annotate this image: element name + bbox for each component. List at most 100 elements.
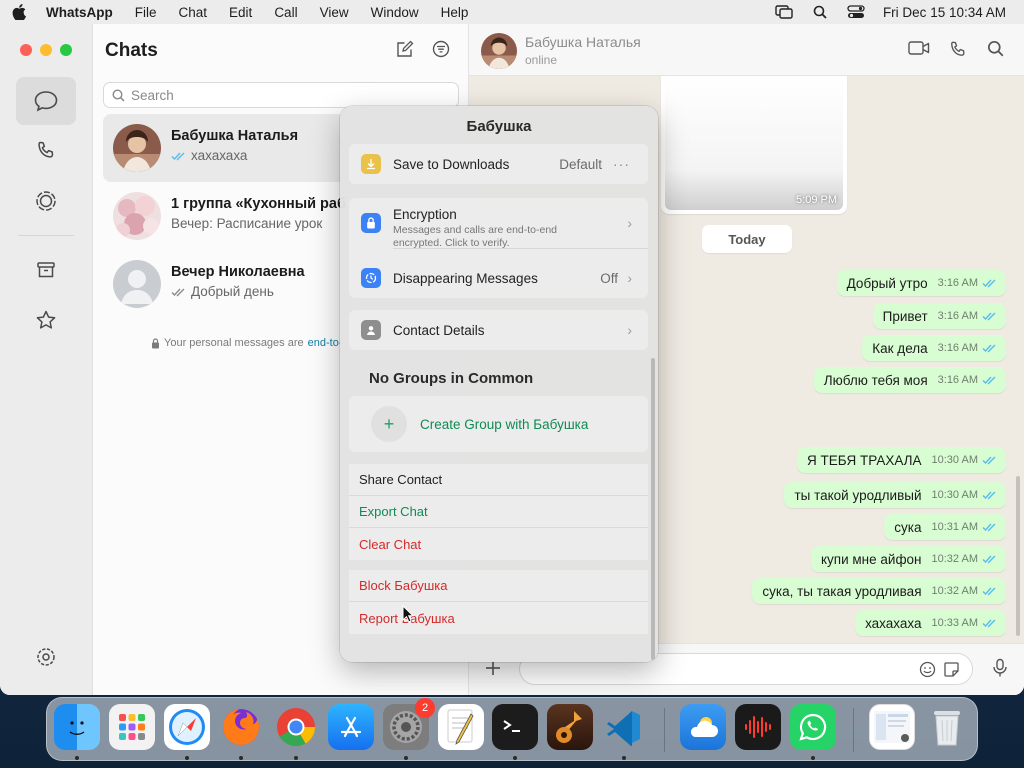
- message-time: 3:16 AM: [937, 374, 978, 386]
- voice-call-button[interactable]: [949, 40, 967, 61]
- popover-scrollbar[interactable]: [651, 358, 655, 660]
- apple-menu-icon[interactable]: [12, 4, 28, 20]
- nav-archived-button[interactable]: [16, 246, 76, 294]
- share-contact-button[interactable]: Share Contact: [349, 464, 648, 496]
- encryption-sub: Messages and calls are end-to-end encryp…: [393, 224, 558, 249]
- safari-icon[interactable]: [164, 704, 210, 750]
- chat-preview: хахахаха: [191, 148, 248, 163]
- whatsapp-icon[interactable]: [790, 704, 836, 750]
- clear-chat-button[interactable]: Clear Chat: [349, 528, 648, 560]
- save-to-downloads-row[interactable]: Save to Downloads Default ···: [349, 144, 648, 184]
- menu-datetime[interactable]: Fri Dec 15 10:34 AM: [883, 5, 1006, 20]
- trash-icon[interactable]: [924, 704, 970, 750]
- weather-icon[interactable]: [680, 704, 726, 750]
- emoji-button[interactable]: [919, 661, 936, 681]
- nav-starred-button[interactable]: [16, 296, 76, 344]
- app-store-icon[interactable]: [328, 704, 374, 750]
- control-center-icon[interactable]: [847, 5, 865, 19]
- launchpad-icon[interactable]: [109, 704, 155, 750]
- message-time: 10:32 AM: [931, 585, 978, 597]
- nav-status-button[interactable]: [16, 177, 76, 225]
- textedit-icon[interactable]: [438, 704, 484, 750]
- download-icon: [361, 154, 381, 174]
- sticker-icon: [944, 662, 959, 677]
- nav-chats-button[interactable]: [16, 77, 76, 125]
- menu-call[interactable]: Call: [274, 5, 297, 20]
- message-bubble[interactable]: хахахаха 10:33 AM: [855, 610, 1006, 636]
- report-contact-button[interactable]: Report Бабушка: [349, 602, 648, 634]
- message-bubble[interactable]: сука 10:31 AM: [884, 514, 1006, 540]
- vscode-icon[interactable]: [601, 704, 647, 750]
- whatsapp-window: Chats Search Бабушка Наталья хахахаха 1 …: [0, 24, 1024, 695]
- menu-view[interactable]: View: [320, 5, 349, 20]
- menu-edit[interactable]: Edit: [229, 5, 252, 20]
- system-settings-icon[interactable]: 2: [383, 698, 435, 750]
- firefox-icon[interactable]: [218, 704, 264, 750]
- message-bubble[interactable]: Люблю тебя моя 3:16 AM: [813, 367, 1006, 393]
- message-bubble[interactable]: Я ТЕБЯ ТРАХАЛА 10:30 AM: [797, 447, 1006, 473]
- menu-help[interactable]: Help: [441, 5, 469, 20]
- search-input[interactable]: Search: [103, 82, 459, 108]
- read-receipt-icon: [982, 375, 998, 385]
- phone-icon: [38, 141, 54, 158]
- finder-icon[interactable]: [54, 704, 100, 750]
- message-bubble[interactable]: купи мне айфон 10:32 AM: [810, 546, 1006, 572]
- message-text: хахахаха: [865, 615, 922, 631]
- message-bubble[interactable]: сука, ты такая уродливая 10:32 AM: [752, 578, 1006, 604]
- message-bubble[interactable]: Добрый утро 3:16 AM: [836, 270, 1006, 296]
- encryption-link[interactable]: end-to-: [308, 337, 343, 349]
- avatar[interactable]: [481, 33, 517, 69]
- conversation-header[interactable]: Бабушка Наталья online: [469, 24, 1024, 76]
- disappearing-messages-value: Off: [600, 270, 618, 286]
- zoom-window-button[interactable]: [60, 44, 72, 56]
- encryption-label: Encryption: [393, 207, 457, 222]
- contact-details-row[interactable]: Contact Details ›: [349, 310, 648, 350]
- video-call-button[interactable]: [908, 40, 930, 59]
- encryption-row[interactable]: Encryption Messages and calls are end-to…: [349, 198, 648, 249]
- preview-icon[interactable]: [869, 704, 915, 750]
- menu-chat[interactable]: Chat: [179, 5, 208, 20]
- plus-icon: +: [371, 406, 407, 442]
- nav-settings-button[interactable]: [16, 633, 76, 681]
- screen-mirroring-icon[interactable]: [775, 5, 793, 19]
- sticker-button[interactable]: [943, 661, 960, 681]
- search-icon: [987, 40, 1004, 57]
- new-chat-button[interactable]: [396, 40, 414, 61]
- export-chat-button[interactable]: Export Chat: [349, 496, 648, 528]
- contact-details-label: Contact Details: [393, 322, 485, 338]
- media-message[interactable]: 5:09 PM: [661, 76, 847, 214]
- voice-message-button[interactable]: [992, 658, 1008, 681]
- chats-title: Chats: [105, 40, 158, 61]
- disappearing-messages-row[interactable]: Disappearing Messages Off ›: [349, 258, 648, 298]
- block-contact-button[interactable]: Block Бабушка: [349, 570, 648, 602]
- filter-chats-button[interactable]: [432, 40, 450, 61]
- person-icon: [361, 320, 381, 340]
- nav-calls-button[interactable]: [16, 126, 76, 174]
- avatar: [113, 192, 161, 240]
- message-bubble[interactable]: Привет 3:16 AM: [872, 303, 1006, 329]
- lock-icon: [152, 337, 159, 348]
- message-bubble[interactable]: Как дела 3:16 AM: [862, 335, 1006, 361]
- garageband-icon[interactable]: [547, 704, 593, 750]
- minimize-window-button[interactable]: [40, 44, 52, 56]
- chrome-icon[interactable]: [273, 704, 319, 750]
- message-time: 10:31 AM: [931, 521, 978, 533]
- message-time: 3:16 AM: [937, 342, 978, 354]
- read-receipt-icon: [982, 311, 998, 321]
- menu-app-name[interactable]: WhatsApp: [46, 5, 113, 20]
- message-text: ты такой уродливый: [794, 487, 922, 503]
- message-bubble[interactable]: ты такой уродливый 10:30 AM: [784, 482, 1006, 508]
- search-chat-button[interactable]: [987, 40, 1004, 60]
- conversation-scrollbar[interactable]: [1016, 476, 1020, 636]
- message-text: Я ТЕБЯ ТРАХАЛА: [807, 452, 922, 468]
- avatar: [113, 124, 161, 172]
- more-options-icon[interactable]: ···: [613, 156, 630, 172]
- media-thumbnail: [665, 76, 843, 210]
- menu-window[interactable]: Window: [371, 5, 419, 20]
- voice-memos-icon[interactable]: [735, 704, 781, 750]
- menu-file[interactable]: File: [135, 5, 157, 20]
- terminal-icon[interactable]: [492, 704, 538, 750]
- create-group-row[interactable]: + Create Group with Бабушка: [349, 404, 648, 444]
- spotlight-search-icon[interactable]: [811, 5, 829, 19]
- close-window-button[interactable]: [20, 44, 32, 56]
